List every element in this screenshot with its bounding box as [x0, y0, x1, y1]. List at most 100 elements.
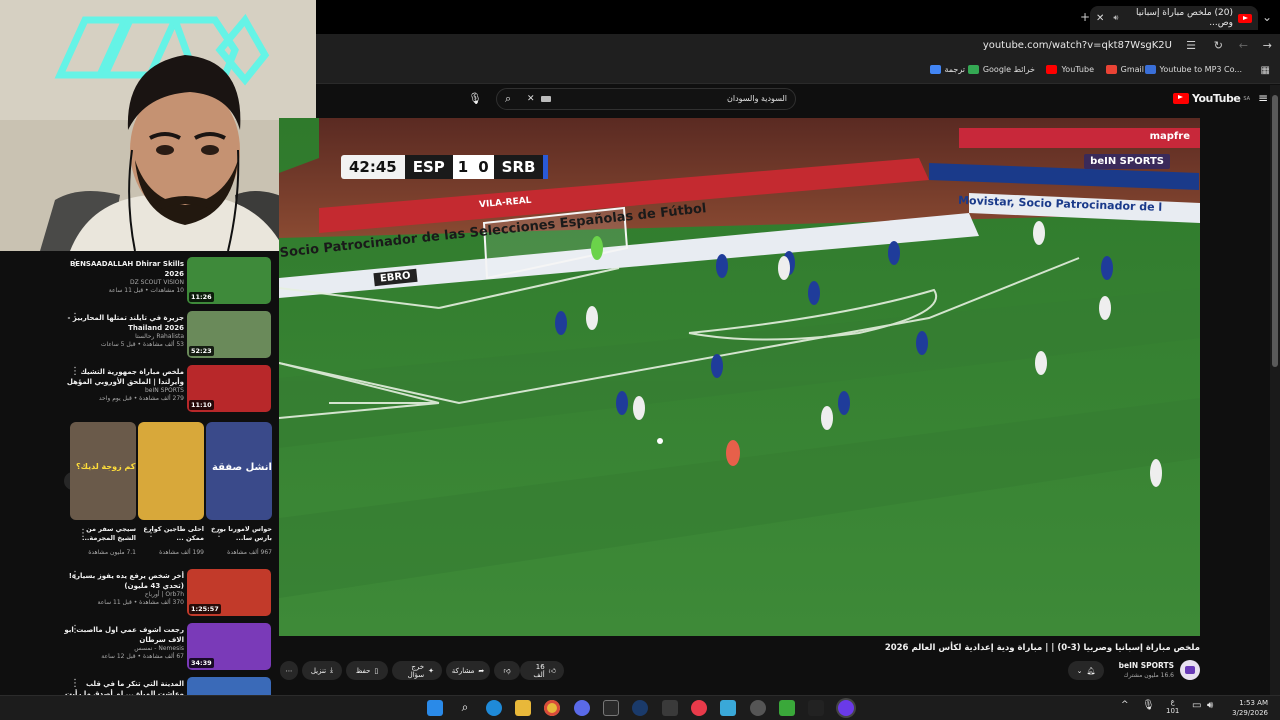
like-button[interactable]: 👍︎ 16 ألف: [520, 661, 564, 680]
bookmark-gmail[interactable]: Gmail: [1105, 65, 1144, 74]
video-thumbnail[interactable]: [187, 677, 271, 695]
video-thumbnail[interactable]: 34:39: [187, 623, 271, 670]
video-thumbnail[interactable]: 11:26: [187, 257, 271, 304]
tray-chevron-icon[interactable]: ^: [1121, 700, 1129, 710]
video-title[interactable]: المدينة التي تنكر ما في قلب وعاشت المياة…: [64, 679, 184, 695]
home-team: ESP: [404, 155, 453, 179]
broadcaster-logo: beIN SPORTS: [1084, 154, 1170, 169]
forward-icon[interactable]: ←: [1239, 40, 1248, 52]
list-item[interactable]: ⋮ 52:23 جزيرة في تايلند تمتلها المحاربير…: [0, 307, 279, 359]
list-item[interactable]: ⋮ 11:26 BENSAADALLAH Dhirar Skills 2026 …: [0, 253, 279, 305]
chrome-active-icon[interactable]: [838, 700, 854, 716]
clock[interactable]: 1:53 AM 3/29/2026: [1230, 698, 1268, 718]
tab-close-icon[interactable]: ✕: [1096, 13, 1104, 24]
channel-name[interactable]: DZ SCOUT VISION: [64, 279, 184, 286]
list-item[interactable]: ⋮ 34:39 رجعت اشوف عمي اول مااصبت ابو الا…: [0, 619, 279, 671]
video-title[interactable]: BENSAADALLAH Dhirar Skills 2026: [64, 259, 184, 279]
share-label: مشاركة: [451, 666, 475, 675]
tab-list-chevron-icon[interactable]: ⌄: [1262, 11, 1272, 23]
volume-icon[interactable]: 🔊︎: [1207, 700, 1213, 711]
windows-start-icon[interactable]: [427, 700, 443, 716]
video-title[interactable]: أخر شخص يرفع يده يفوز بسيارة! (تحدي 43 م…: [64, 571, 184, 591]
short-title[interactable]: احلى طاجين كوارع ممكن ...: [138, 525, 204, 543]
keyboard-icon[interactable]: [541, 96, 551, 102]
channel-name[interactable]: beIN SPORTS: [64, 387, 184, 394]
channel-name[interactable]: Rahalista رحالستا: [64, 333, 184, 340]
video-title[interactable]: جزيرة في تايلند تمتلها المحاربير - Thail…: [64, 313, 184, 333]
search-icon[interactable]: ⌕: [457, 700, 473, 716]
file-explorer-icon[interactable]: [515, 700, 531, 716]
save-button[interactable]: ▯ حفظ: [346, 661, 388, 680]
list-item[interactable]: ⋮ 11:10 ملخص مباراة جمهورية التشيك وأيرل…: [0, 361, 279, 413]
video-title[interactable]: رجعت اشوف عمي اول مااصبت ابو الاف سرطان: [64, 625, 184, 645]
channel-name-main[interactable]: beIN SPORTS: [1119, 661, 1174, 670]
active-tab[interactable]: (20) ملخص مباراة إسبانيا وص... 🔊︎ ✕: [1090, 6, 1258, 30]
channel-name[interactable]: Orb7h | أورباح: [64, 591, 184, 598]
url-field[interactable]: youtube.com/watch?v=qkt87WsgK2U: [983, 40, 1172, 51]
back-icon[interactable]: →: [1263, 40, 1272, 52]
mic-icon[interactable]: 🎙︎: [468, 92, 482, 105]
bookmark-mp3[interactable]: Youtube to MP3 Co...: [1144, 65, 1242, 74]
microphone-icon[interactable]: 🎙︎: [1142, 700, 1155, 711]
site-settings-icon[interactable]: ☰: [1186, 40, 1196, 52]
xbox-icon[interactable]: [779, 700, 795, 716]
short-thumbnail[interactable]: انشل صفقة: [206, 422, 272, 520]
steam-icon[interactable]: [632, 700, 648, 716]
video-meta: 67 ألف مشاهدة • قبل 12 ساعة: [101, 653, 184, 660]
short-title[interactable]: حواس لامورنا بورخ بارس سا...: [206, 525, 272, 543]
gmail-icon: [1105, 65, 1117, 74]
short-thumbnail[interactable]: كم زوجة لديك؟: [70, 422, 136, 520]
short-thumbnail[interactable]: [138, 422, 204, 520]
search-icon[interactable]: ⌕: [505, 89, 511, 109]
bookmark-youtube[interactable]: YouTube: [1046, 65, 1094, 74]
telegram-icon[interactable]: [720, 700, 736, 716]
language-indicator[interactable]: ع 101: [1166, 698, 1179, 716]
menu-icon[interactable]: ≡: [1258, 91, 1268, 105]
media-player-icon[interactable]: [691, 700, 707, 716]
edge-icon[interactable]: [486, 700, 502, 716]
language-label: ع: [1170, 698, 1175, 706]
discord-icon[interactable]: [574, 700, 590, 716]
reload-icon[interactable]: ↻: [1214, 40, 1223, 52]
subscribe-bell-button[interactable]: 🔔︎ ⌄: [1068, 661, 1104, 680]
remix-button[interactable]: ✦ خرج سؤال: [392, 661, 442, 680]
video-meta: 10 مشاهدات • قبل 11 ساعة: [108, 287, 184, 294]
video-thumbnail[interactable]: 52:23: [187, 311, 271, 358]
clear-search-icon[interactable]: ✕: [527, 89, 535, 109]
chrome-icon[interactable]: [544, 700, 560, 716]
download-button[interactable]: ⤓ تنزيل: [302, 661, 342, 680]
channel-avatar[interactable]: [1180, 660, 1200, 680]
new-tab-plus-icon[interactable]: +: [1080, 11, 1090, 23]
tab-title: (20) ملخص مباراة إسبانيا وص...: [1135, 8, 1233, 28]
video-player[interactable]: 42:45 ESP 1 0 SRB beIN SPORTS Socio Patr…: [279, 118, 1200, 636]
away-team: SRB: [493, 155, 549, 179]
app-icon[interactable]: [750, 700, 766, 716]
scrollbar-thumb[interactable]: [1272, 95, 1278, 367]
like-count: 16 ألف: [533, 662, 545, 679]
short-title[interactable]: سيجي سفر من الشيخ المجرمة...: [70, 525, 136, 543]
network-icon[interactable]: ▭: [1192, 700, 1201, 711]
bookmark-translate[interactable]: ترجمة: [929, 65, 965, 74]
maps-icon: [967, 65, 979, 74]
video-thumbnail[interactable]: 1:25:57: [187, 569, 271, 616]
channel-name[interactable]: Nemesis - نمسس: [64, 645, 184, 652]
video-thumbnail[interactable]: 11:10: [187, 365, 271, 412]
bookmark-label: Google خرائط: [982, 65, 1035, 74]
youtube-logo[interactable]: YouTube SA: [1173, 92, 1250, 105]
more-actions-button[interactable]: ⋯: [280, 661, 298, 680]
dislike-button[interactable]: 👎︎: [494, 661, 520, 680]
bookmark-maps[interactable]: Google خرائط: [967, 65, 1035, 74]
app-icon[interactable]: [808, 700, 824, 716]
bookmark-label: YouTube: [1061, 65, 1094, 74]
more-horizontal-icon: ⋯: [285, 666, 293, 675]
share-button[interactable]: ➦ مشاركة: [446, 661, 490, 680]
apps-grid-icon[interactable]: ▦: [1261, 65, 1270, 77]
short-overlay-text: كم زوجة لديك؟: [76, 462, 136, 471]
list-item[interactable]: ⋮ المدينة التي تنكر ما في قلب وعاشت المي…: [0, 673, 279, 695]
audio-icon[interactable]: 🔊︎: [1113, 13, 1118, 23]
list-item[interactable]: ⋮ 1:25:57 أخر شخص يرفع يده يفوز بسيارة! …: [0, 565, 279, 617]
app-icon[interactable]: [662, 700, 678, 716]
video-title[interactable]: ملخص مباراة جمهورية التشيك وأيرلندا | ال…: [64, 367, 184, 387]
epic-games-icon[interactable]: [603, 700, 619, 716]
search-input[interactable]: السودية والسودان ⌕ ✕: [496, 88, 796, 110]
